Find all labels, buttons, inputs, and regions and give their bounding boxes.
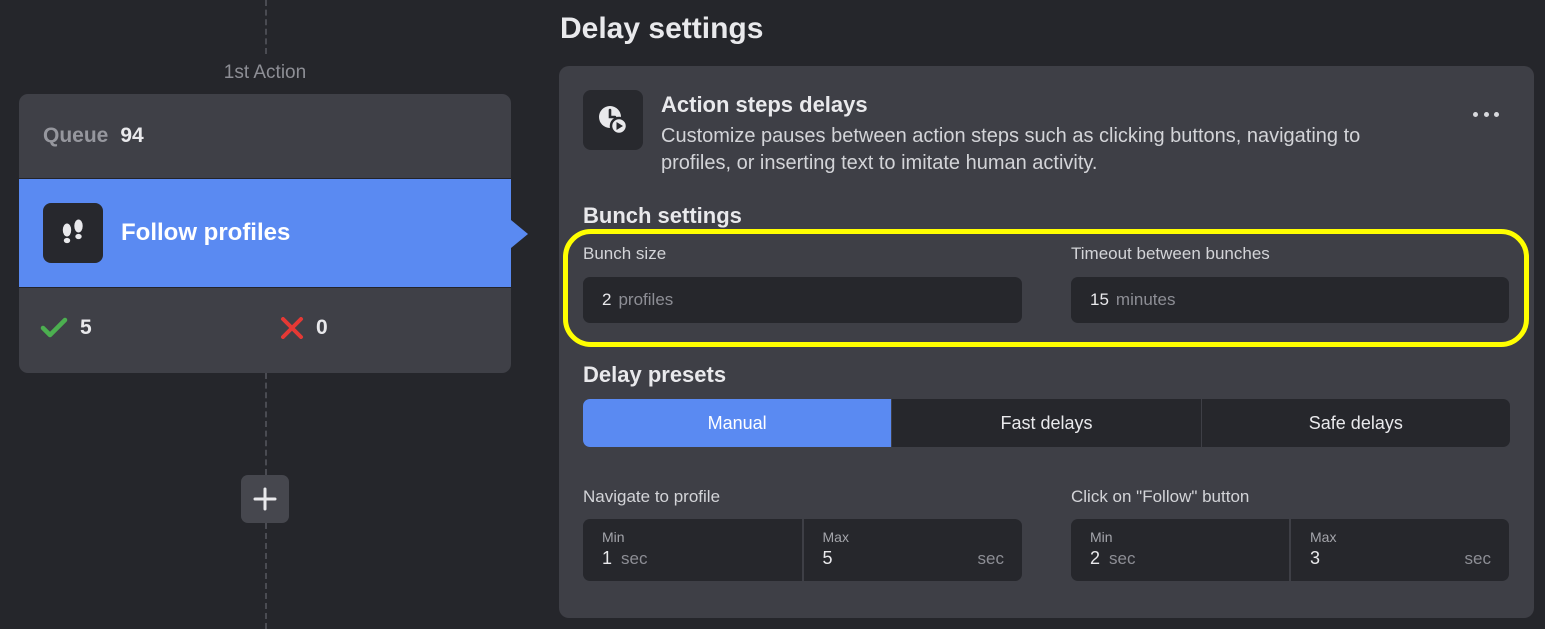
selected-pointer [511,220,528,248]
timeout-label: Timeout between bunches [1071,244,1270,263]
unit-label: sec [977,549,1004,568]
queue-row: Queue 94 [19,94,511,178]
min-value: 1 [602,548,613,568]
connector-line-bottom [265,373,267,475]
unit-label: sec [1464,549,1491,568]
bunch-size-unit: profiles [618,290,674,309]
min-label: Min [1090,529,1113,545]
dot-icon [1473,111,1478,117]
fail-count: 0 [316,316,328,339]
preset-manual[interactable]: Manual [583,399,892,447]
navigate-delay-label: Navigate to profile [583,487,721,506]
success-stat: 5 [40,316,92,340]
clock-play-icon [583,90,643,150]
check-icon [40,317,68,338]
fail-stat: 0 [280,316,328,340]
max-value: 3 [1310,548,1321,568]
navigate-delay-range: Min 1 sec Max 5 sec [583,519,1022,581]
unit-label: sec [1109,549,1136,568]
footprints-icon [43,203,103,263]
delay-presets-title: Delay presets [583,362,727,387]
add-action-button[interactable] [241,475,289,523]
queue-label: Queue [43,124,109,147]
navigate-min-input[interactable]: Min 1 sec [583,519,802,581]
panel-title: Action steps delays [661,92,868,117]
panel-description: Customize pauses between action steps su… [661,125,1361,174]
queue-count: 94 [120,124,144,147]
bunch-size-value: 2 [602,290,612,309]
max-label: Max [822,529,849,545]
more-options-button[interactable] [1473,104,1499,124]
follow-click-max-input[interactable]: Max 3 sec [1289,519,1509,581]
unit-label: sec [621,549,648,568]
min-label: Min [602,529,625,545]
follow-click-delay-range: Min 2 sec Max 3 sec [1071,519,1509,581]
action-title: Follow profiles [121,219,291,246]
max-value: 5 [822,548,833,568]
max-label: Max [1310,529,1337,545]
follow-click-delay-label: Click on "Follow" button [1071,487,1250,506]
action-follow-profiles[interactable]: Follow profiles [19,178,528,288]
connector-line-top [265,0,267,54]
action-card[interactable]: Queue 94 Follow profiles 5 0 [19,94,528,373]
preset-safe-delays[interactable]: Safe delays [1200,399,1510,447]
connector-line-end [265,523,267,629]
bunch-size-label: Bunch size [583,244,667,263]
navigate-max-input[interactable]: Max 5 sec [801,519,1023,581]
min-value: 2 [1090,548,1101,568]
preset-fast-delays[interactable]: Fast delays [891,399,1200,447]
timeout-input[interactable]: 15 minutes [1071,277,1509,323]
cross-icon [281,317,303,339]
bunch-settings-title: Bunch settings [583,203,742,228]
page-title: Delay settings [560,12,764,45]
stats-row: 5 0 [19,288,511,371]
follow-click-min-input[interactable]: Min 2 sec [1071,519,1289,581]
step-label: 1st Action [223,62,307,83]
timeout-value: 15 [1090,290,1109,309]
delay-settings-panel: Action steps delays Customize pauses bet… [559,66,1534,618]
plus-icon [253,487,277,511]
dot-icon [1483,111,1489,117]
delay-presets-segmented[interactable]: Manual Fast delays Safe delays [583,399,1510,447]
dot-icon [1494,111,1499,117]
bunch-size-input[interactable]: 2 profiles [583,277,1022,323]
timeout-unit: minutes [1115,290,1176,309]
success-count: 5 [80,316,92,339]
